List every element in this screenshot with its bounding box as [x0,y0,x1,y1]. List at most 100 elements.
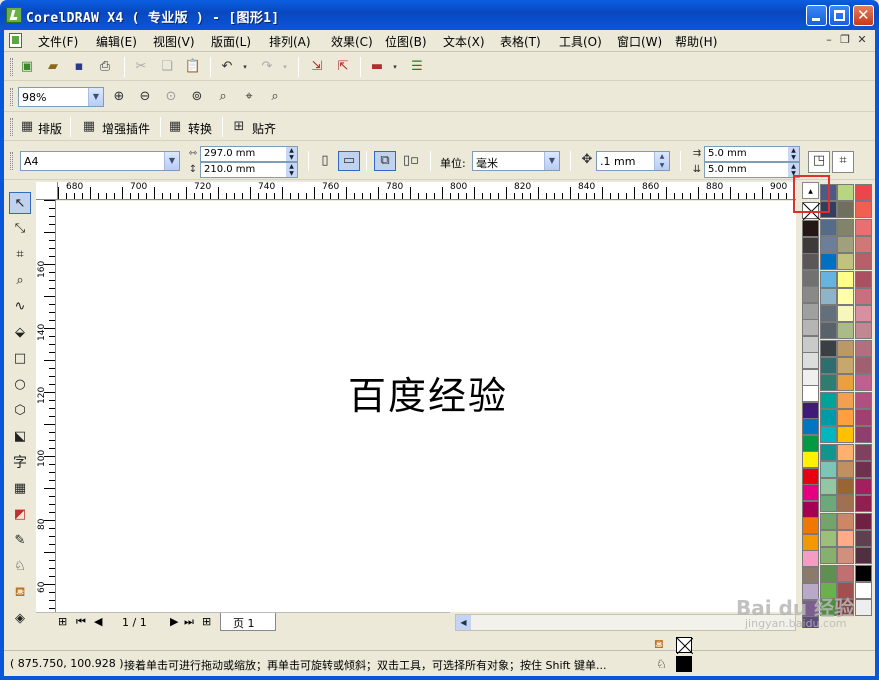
menu-item-5[interactable]: 效果(C) [331,33,373,50]
palette-swatch[interactable] [802,533,819,551]
palette-swatch[interactable] [802,302,819,320]
new-document-icon[interactable]: ▣ [18,58,36,76]
horizontal-ruler[interactable]: 680 700 720 740 760 780 800 820 840 860 880 900 [58,182,796,200]
interactive-blend-tool-icon[interactable]: ◩ [9,504,31,526]
palette-swatch[interactable] [854,564,872,582]
menu-item-7[interactable]: 文本(X) [443,33,485,50]
print-icon[interactable]: ⎙ [96,58,114,76]
palette-swatch[interactable] [837,184,854,201]
zoom-all-objects-icon[interactable]: ⊚ [188,88,206,106]
palette-swatch[interactable] [802,253,819,270]
maximize-button[interactable] [829,5,850,26]
menu-item-4[interactable]: 排列(A) [269,33,311,50]
palette-swatch[interactable] [802,418,819,435]
palette-swatch[interactable] [837,391,854,409]
palette-swatch[interactable] [854,391,872,409]
palette-swatch[interactable] [837,564,854,582]
palette-swatch[interactable] [837,408,854,426]
palette-swatch[interactable] [837,287,854,305]
vertical-ruler[interactable]: 160140120100806040 [36,200,56,612]
previous-page-icon[interactable]: ◀ [94,615,102,628]
application-launcher-icon[interactable]: ▬ [368,58,386,76]
import-icon[interactable]: ⇲ [308,58,326,76]
palette-swatch[interactable] [854,270,872,288]
palette-swatch[interactable] [854,530,872,547]
palette-swatch[interactable] [802,451,819,468]
palette-swatch[interactable] [819,339,837,357]
smart-fill-tool-icon[interactable]: ⬙ [9,322,31,344]
palette-swatch[interactable] [802,467,819,485]
doc-close-icon[interactable]: ✕ [855,33,869,47]
next-page-icon[interactable]: ▶ [170,615,178,628]
palette-swatch[interactable] [819,357,837,374]
palette-swatch[interactable] [819,495,837,513]
portrait-icon[interactable]: ▯ [316,152,334,170]
open-folder-icon[interactable]: ▰ [44,58,62,76]
palette-swatch[interactable] [837,305,854,323]
current-page-icon[interactable]: ▯▫ [402,152,420,170]
doc-minimize-icon[interactable]: – [822,33,836,47]
enhance-plugin-button[interactable]: 增强插件 [102,120,150,137]
palette-swatch[interactable] [802,401,819,419]
save-icon[interactable]: ▪ [70,58,88,76]
palette-swatch[interactable] [837,339,854,357]
close-button[interactable]: ✕ [853,5,874,26]
palette-swatch[interactable] [802,368,819,386]
palette-swatch[interactable] [854,305,872,323]
zoom-in-icon[interactable]: ⊕ [110,88,128,106]
zoom-tool-icon[interactable]: ⌕ [9,270,31,292]
toolbar-grip[interactable] [10,58,13,76]
add-page-icon[interactable]: ⊞ [58,615,67,628]
menu-item-2[interactable]: 视图(V) [153,33,195,50]
palette-swatch[interactable] [819,218,837,236]
document-icon[interactable] [9,33,22,48]
palette-swatch[interactable] [837,460,854,478]
palette-swatch[interactable] [802,352,819,369]
nudge-distance-input[interactable]: .1 mm ▲ ▼ [596,151,670,171]
redo-icon[interactable]: ↷ [258,58,276,76]
palette-swatch[interactable] [837,253,854,271]
options-icon[interactable]: ☰ [408,58,426,76]
palette-swatch[interactable] [802,286,819,303]
palette-swatch[interactable] [854,599,872,617]
page-tab[interactable]: 页 1 [220,613,276,631]
spinner-arrows-icon[interactable]: ▲ ▼ [654,152,669,170]
fill-color-indicator[interactable] [676,637,693,654]
palette-swatch[interactable] [854,184,872,201]
pick-tool-icon[interactable]: ↖ [9,192,31,214]
palette-swatch[interactable] [837,270,854,288]
palette-swatch[interactable] [854,443,872,461]
undo-dropdown-icon[interactable]: ▾ [236,58,254,76]
zoom-page-width-icon[interactable]: ⌖ [240,88,258,106]
palette-swatch[interactable] [854,287,872,305]
palette-swatch[interactable] [854,201,872,219]
menu-item-3[interactable]: 版面(L) [211,33,251,50]
basic-shapes-tool-icon[interactable]: ⬕ [9,426,31,448]
palette-swatch[interactable] [819,426,837,444]
palette-swatch[interactable] [819,287,837,305]
page-width-input[interactable]: 297.0 mm ▲ ▼ [200,146,298,162]
first-page-icon[interactable]: ⏮ [76,615,86,629]
scroll-left-icon[interactable]: ◀ [456,615,471,630]
palette-swatch[interactable] [819,253,837,271]
menu-item-8[interactable]: 表格(T) [500,33,541,50]
palette-swatch[interactable] [819,478,837,496]
snap-button[interactable]: 贴齐 [252,120,276,137]
convert-icon[interactable]: ▦ [166,118,184,136]
palette-swatch[interactable] [854,357,872,374]
palette-swatch[interactable] [854,408,872,426]
palette-swatch[interactable] [854,339,872,357]
palette-swatch[interactable] [819,530,837,547]
last-page-icon[interactable]: ⏭ [184,615,194,629]
snap-icon[interactable]: ⊞ [230,118,248,136]
palette-swatch[interactable] [819,322,837,340]
palette-swatch[interactable] [802,385,819,402]
palette-swatch[interactable] [802,500,819,518]
palette-swatch[interactable] [854,235,872,253]
palette-swatch[interactable] [854,426,872,444]
menu-item-9[interactable]: 工具(O) [559,33,602,50]
palette-swatch[interactable] [819,270,837,288]
palette-swatch[interactable] [854,218,872,236]
palette-swatch[interactable] [819,408,837,426]
palette-swatch[interactable] [819,374,837,392]
